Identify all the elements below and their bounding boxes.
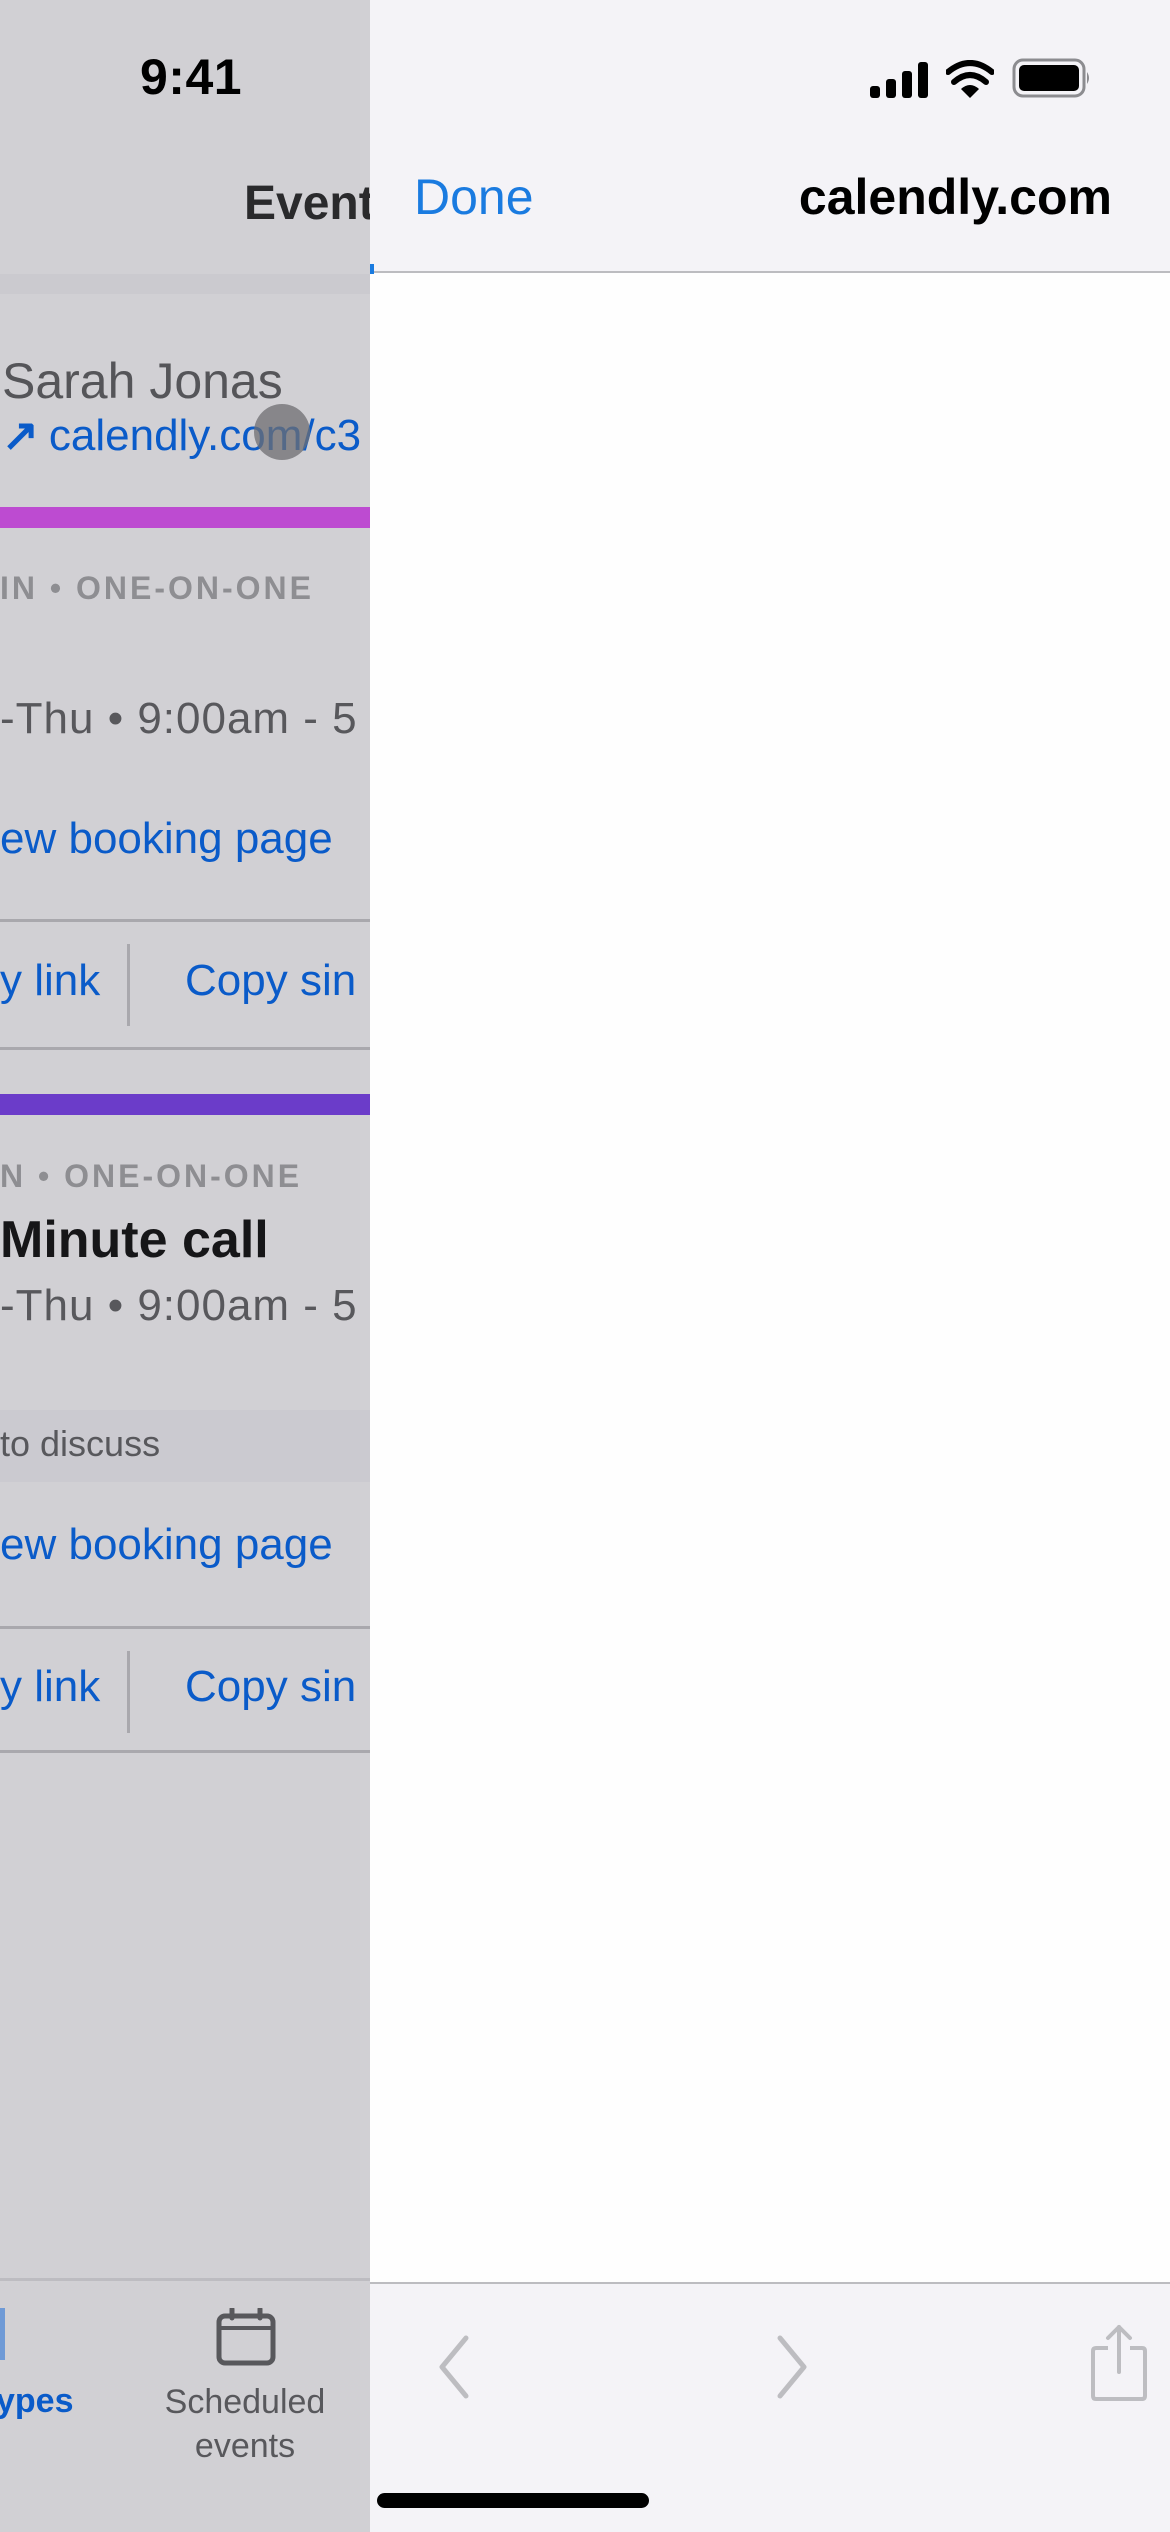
copy-link-button[interactable]: y link (0, 956, 100, 1006)
sheet-header: Done calendly.com (370, 0, 1170, 273)
home-indicator[interactable] (377, 2493, 649, 2508)
event-hours: -Thu • 9:00am - 5 (0, 694, 358, 743)
event-hours: -Thu • 9:00am - 5 (0, 1281, 358, 1330)
event-title: Minute call (0, 1211, 269, 1269)
status-icons (870, 58, 1092, 98)
arrow-up-right-icon: ↗ (2, 411, 39, 460)
copy-link-button[interactable]: y link (0, 1662, 100, 1712)
owner-link-text: calendly.com/c3 (48, 411, 362, 460)
event-kind: N • ONE-ON-ONE (0, 1158, 303, 1194)
done-button[interactable]: Done (414, 168, 534, 226)
event-types-icon (0, 2308, 5, 2360)
chevron-right-icon[interactable] (770, 2334, 810, 2400)
cellular-signal-icon (870, 62, 928, 98)
divider (0, 1047, 370, 1050)
view-booking-page-link[interactable]: ew booking page (0, 1520, 333, 1570)
owner-name: Sarah Jonas (2, 353, 283, 409)
copy-single-use-link-button[interactable]: Copy sin (185, 1662, 356, 1712)
header-shadow (0, 274, 370, 294)
share-icon[interactable] (1090, 2324, 1148, 2402)
chevron-left-icon[interactable] (436, 2334, 476, 2400)
tab-label: Scheduled events (164, 2383, 326, 2465)
screen: 9:41 Event Sarah Jonas ↗ calendly.com/c3 … (0, 0, 1170, 2532)
web-content-area[interactable] (370, 275, 1170, 2282)
nav-title: Event (244, 177, 370, 230)
background-app: 9:41 Event Sarah Jonas ↗ calendly.com/c3 … (0, 0, 370, 2532)
divider (0, 919, 370, 922)
battery-icon (1012, 58, 1089, 98)
tab-label: ypes (0, 2382, 74, 2420)
status-time: 9:41 (140, 49, 243, 105)
event-color-bar (0, 1094, 370, 1115)
copy-single-use-link-button[interactable]: Copy sin (185, 956, 356, 1006)
event-kind: IN • ONE-ON-ONE (0, 570, 314, 606)
divider (0, 1750, 370, 1753)
web-view-sheet: Done calendly.com (370, 0, 1170, 2532)
page-load-progress (370, 264, 374, 274)
divider (127, 944, 130, 1026)
event-color-bar (0, 507, 370, 528)
event-description: to discuss (0, 1423, 161, 1464)
divider (0, 1626, 370, 1629)
calendar-icon (216, 2308, 276, 2366)
divider (127, 1651, 130, 1733)
view-booking-page-link[interactable]: ew booking page (0, 814, 333, 864)
wifi-icon (946, 60, 994, 98)
domain-title: calendly.com (798, 169, 1112, 225)
touch-indicator (254, 404, 310, 460)
